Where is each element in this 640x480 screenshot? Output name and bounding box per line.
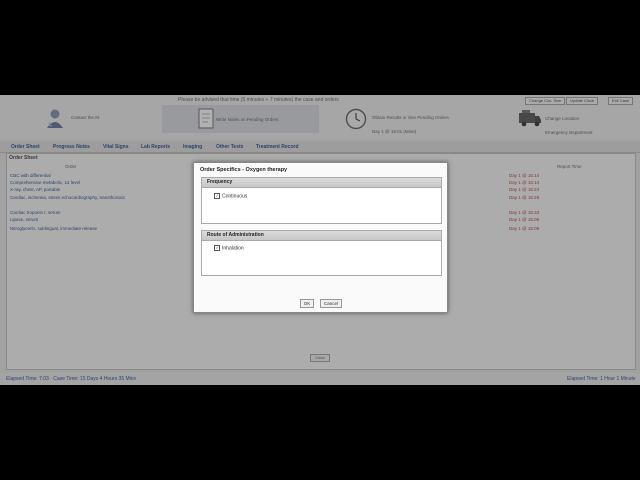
frequency-section: Frequency ✓ Continuous [201, 177, 442, 224]
route-option[interactable]: ✓ Inhalation [214, 245, 244, 251]
checkbox-checked-icon[interactable]: ✓ [214, 193, 220, 199]
checkbox-checked-icon[interactable]: ✓ [214, 245, 220, 251]
cancel-button[interactable]: Cancel [320, 299, 342, 308]
route-option-label: Inhalation [222, 245, 244, 252]
dialog-title: Order Specifics - Oxygen therapy [200, 167, 288, 173]
route-section: Route of Administration ✓ Inhalation [201, 230, 442, 276]
route-header: Route of Administration [202, 231, 441, 241]
app-window: Please be advised that time (5 minutes +… [0, 95, 640, 385]
frequency-header: Frequency [202, 178, 441, 188]
frequency-option-label: Continuous [222, 193, 248, 200]
order-specifics-dialog: Order Specifics - Oxygen therapy Frequen… [193, 162, 448, 313]
ok-button[interactable]: OK [300, 299, 314, 308]
frequency-option[interactable]: ✓ Continuous [214, 193, 247, 199]
